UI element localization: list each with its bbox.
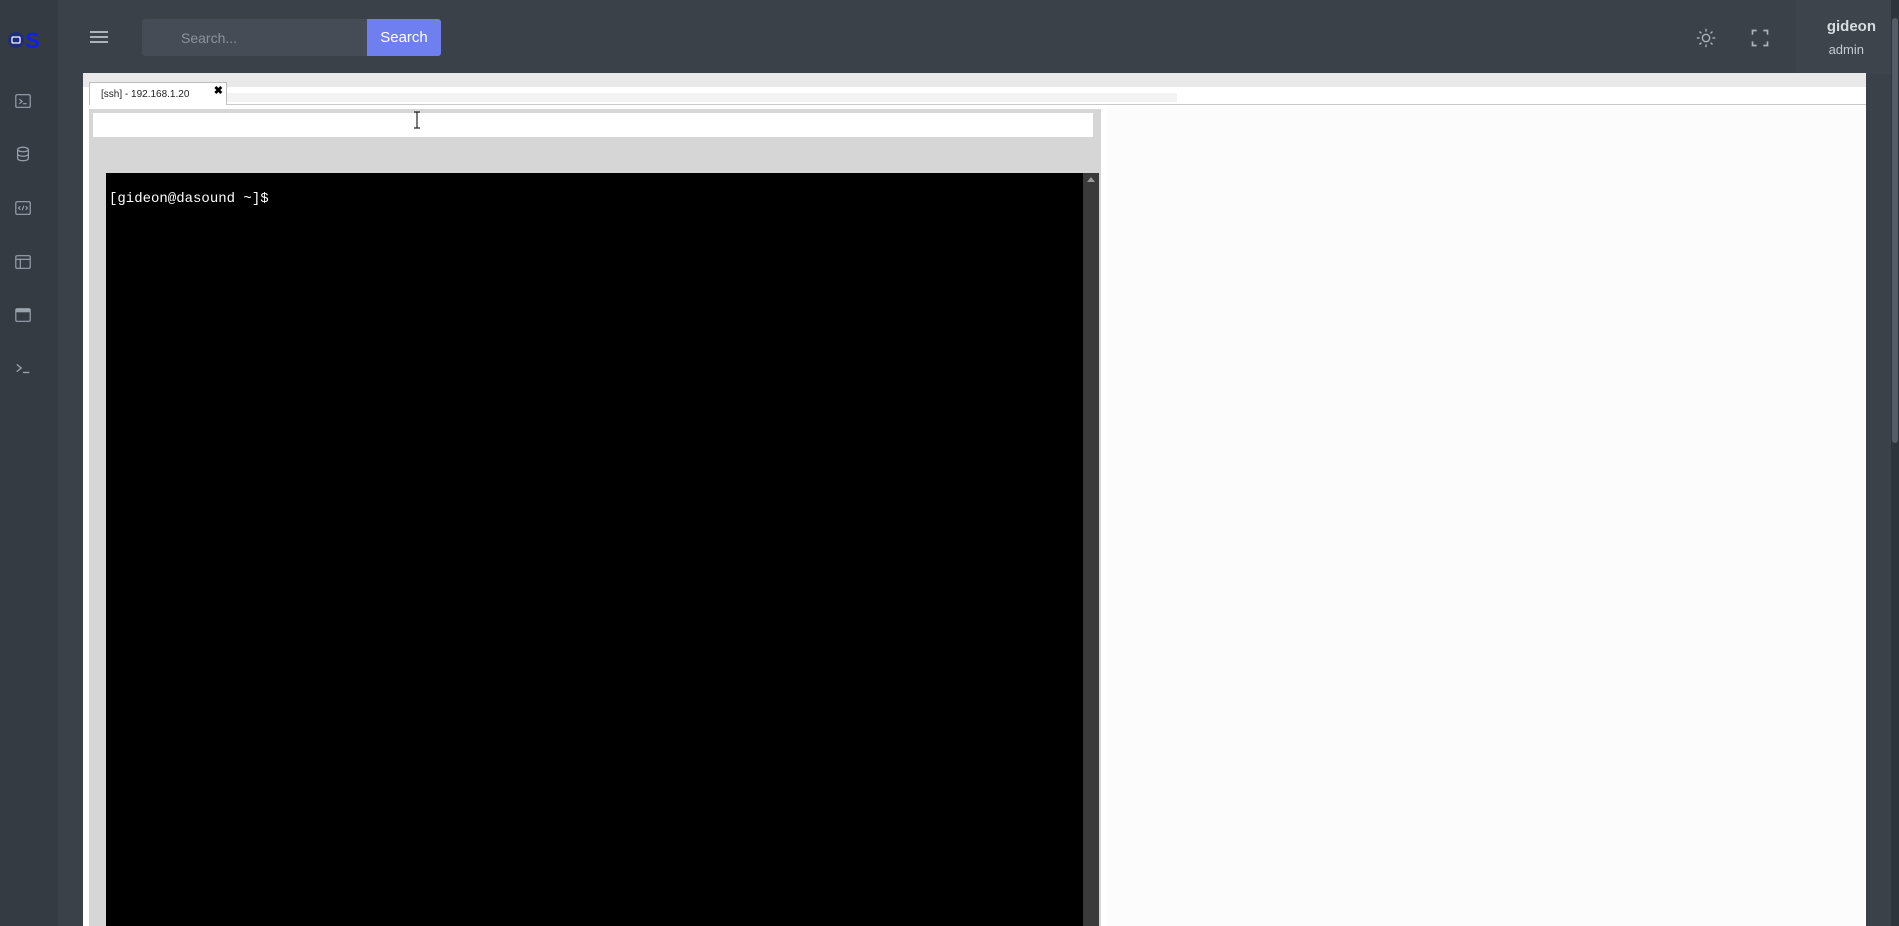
- search-input[interactable]: [142, 19, 367, 56]
- menu-toggle-icon[interactable]: [88, 27, 110, 47]
- page-scrollbar[interactable]: [1891, 0, 1899, 926]
- right-blank-pane: [1107, 106, 1864, 926]
- content-top-strip: [83, 73, 1866, 87]
- fullscreen-icon[interactable]: [1748, 26, 1772, 50]
- sidebar: S: [0, 0, 58, 926]
- text-cursor-icon: [414, 111, 420, 129]
- main-content: [ssh] - 192.168.1.20 ✖ [gideon@dasound ~…: [83, 73, 1866, 926]
- tab-close-icon[interactable]: ✖: [214, 84, 223, 97]
- console-prompt-icon[interactable]: [13, 358, 33, 378]
- terminal-toolbar-area: [93, 113, 1093, 137]
- terminal-icon[interactable]: [13, 91, 33, 111]
- tab-strip-background: [227, 93, 1177, 102]
- user-name: gideon: [1826, 18, 1876, 35]
- tab-strip-divider: [227, 104, 1866, 105]
- terminal-scrollbar[interactable]: [1083, 173, 1099, 926]
- terminal-frame: [gideon@dasound ~]$: [89, 109, 1101, 926]
- database-icon[interactable]: [13, 144, 33, 164]
- search-button[interactable]: Search: [367, 19, 441, 56]
- scroll-up-icon[interactable]: [1087, 177, 1095, 182]
- page-scrollbar-thumb[interactable]: [1892, 18, 1898, 443]
- top-header: Search gideon admin: [58, 0, 1899, 74]
- terminal-screen[interactable]: [gideon@dasound ~]$: [106, 173, 1083, 926]
- tab-label: [ssh] - 192.168.1.20: [101, 89, 190, 100]
- layout-icon[interactable]: [13, 252, 33, 272]
- terminal-prompt: [gideon@dasound ~]$: [109, 191, 269, 207]
- browser-window-icon[interactable]: [13, 305, 33, 325]
- app-logo-icon[interactable]: S: [8, 28, 44, 52]
- code-icon[interactable]: [13, 198, 33, 218]
- tab-ssh-session[interactable]: [ssh] - 192.168.1.20 ✖: [89, 82, 227, 105]
- user-menu[interactable]: gideon admin: [1796, 0, 1899, 74]
- app-root: S Search... Search gideon admin [ssh] - …: [0, 0, 1899, 926]
- svg-text:S: S: [25, 28, 40, 52]
- theme-toggle-sun-icon[interactable]: [1694, 26, 1718, 50]
- user-role: admin: [1828, 42, 1864, 57]
